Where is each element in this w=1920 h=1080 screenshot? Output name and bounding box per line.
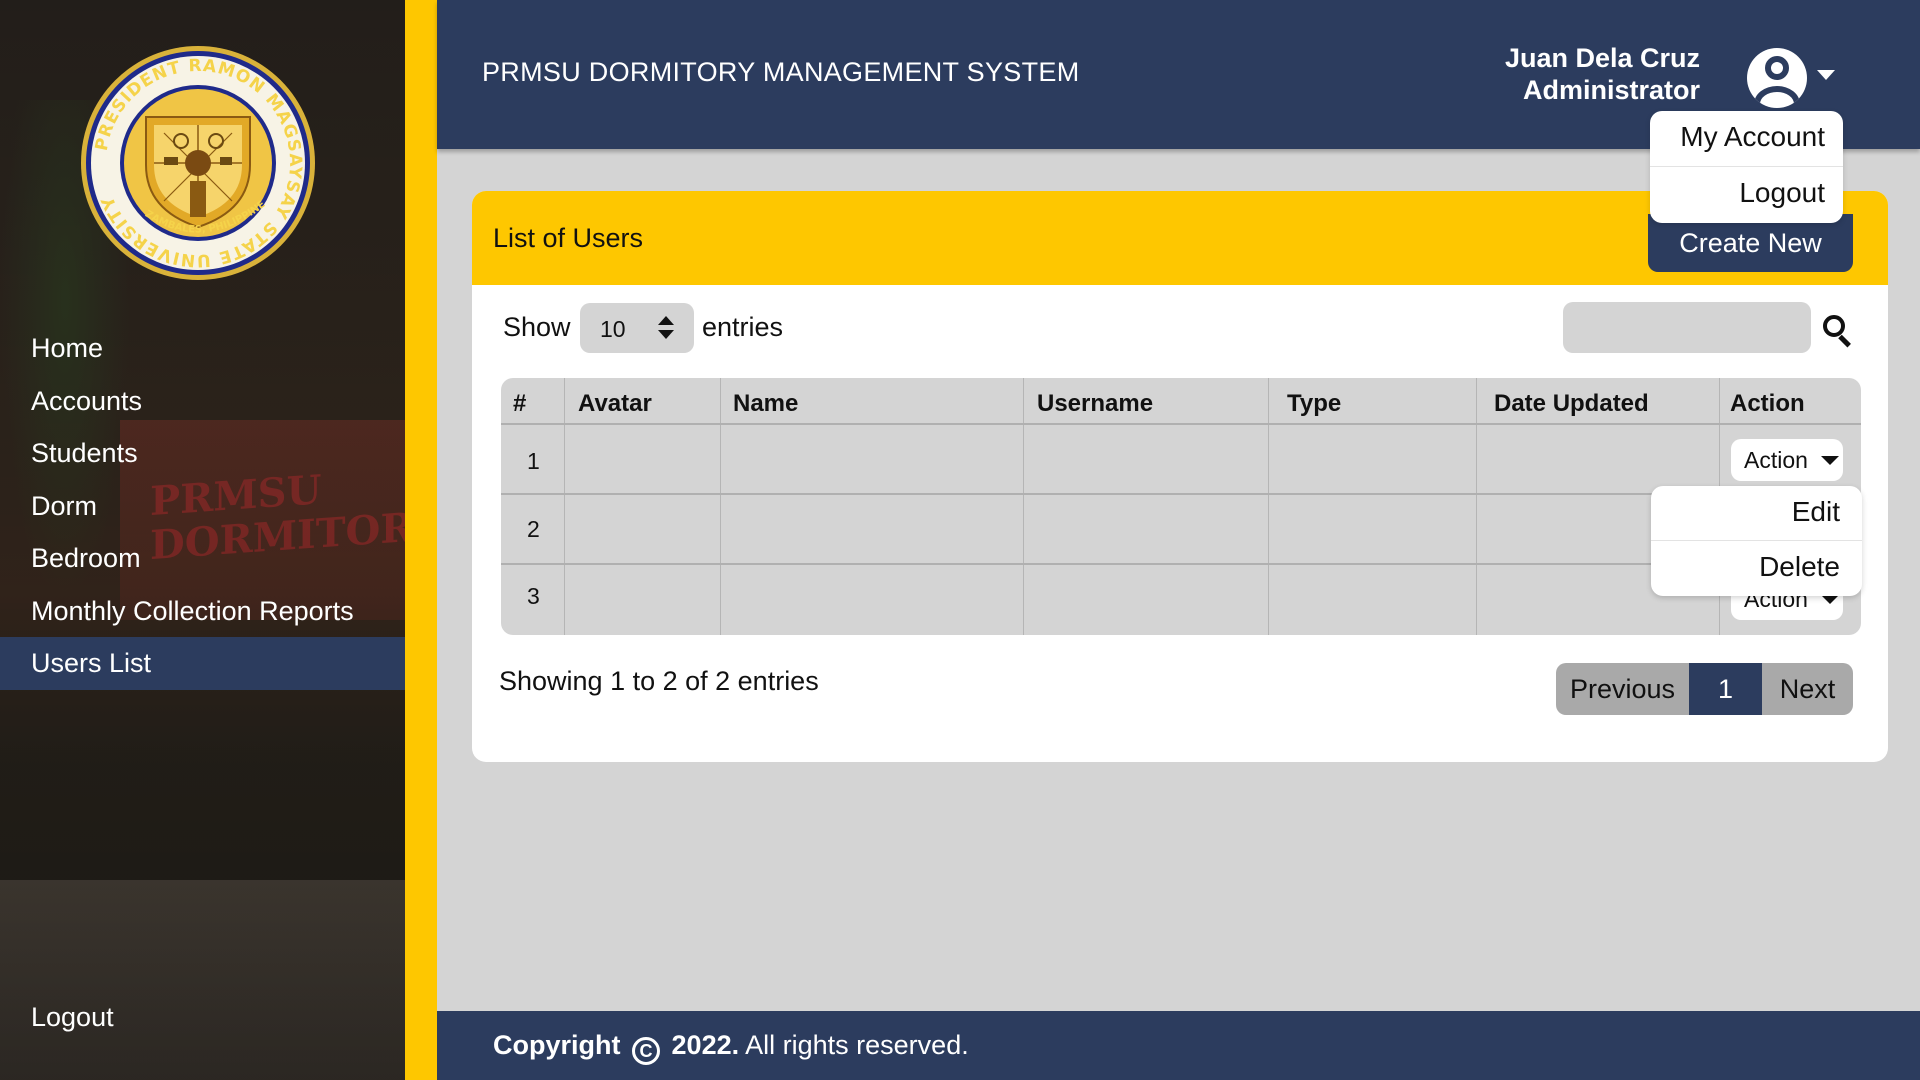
column-header-number: # bbox=[513, 390, 527, 417]
previous-page-button[interactable]: Previous bbox=[1556, 663, 1689, 715]
card-title: List of Users bbox=[493, 223, 644, 253]
user-account-dropdown: My Account Logout bbox=[1650, 111, 1843, 223]
user-info: Juan Dela Cruz Administrator bbox=[1505, 42, 1700, 106]
sidebar: PRMSU DORMITORY PRESIDENT RAMON MAGSAYSAY… bbox=[0, 0, 405, 1080]
column-header-name: Name bbox=[733, 390, 799, 417]
row-number: 1 bbox=[527, 448, 540, 474]
app-title: PRMSU DORMITORY MANAGEMENT SYSTEM bbox=[482, 57, 1080, 87]
show-label: Show bbox=[503, 312, 571, 342]
entries-label: entries bbox=[702, 312, 784, 342]
copyright-word: Copyright bbox=[493, 1030, 621, 1060]
edit-menu-item[interactable]: Edit bbox=[1651, 486, 1862, 541]
copyright-icon: C bbox=[632, 1037, 661, 1065]
background-ground bbox=[0, 880, 405, 1080]
column-header-action: Action bbox=[1730, 390, 1805, 417]
page-1-button[interactable]: 1 bbox=[1689, 663, 1762, 715]
sidebar-item-students[interactable]: Students bbox=[0, 427, 405, 480]
sidebar-nav: Home Accounts Students Dorm Bedroom Mont… bbox=[0, 322, 405, 690]
user-role: Administrator bbox=[1522, 75, 1700, 105]
footer: Copyright C 2022. All rights reserved. bbox=[437, 1011, 1920, 1080]
column-header-avatar: Avatar bbox=[578, 390, 652, 417]
next-page-button[interactable]: Next bbox=[1762, 663, 1853, 715]
caret-down-icon bbox=[1821, 595, 1839, 604]
action-label: Action bbox=[1744, 447, 1808, 473]
logout-menu-item[interactable]: Logout bbox=[1650, 167, 1843, 223]
sidebar-item-dorm[interactable]: Dorm bbox=[0, 480, 405, 533]
university-logo: PRESIDENT RAMON MAGSAYSAY STATE UNIVERSI… bbox=[80, 45, 315, 280]
caret-down-icon[interactable] bbox=[1817, 70, 1835, 80]
user-name: Juan Dela Cruz bbox=[1504, 43, 1700, 73]
sidebar-item-accounts[interactable]: Accounts bbox=[0, 375, 405, 428]
entries-per-page-select[interactable]: 10 bbox=[580, 303, 694, 353]
sidebar-logout-link[interactable]: Logout bbox=[31, 1002, 114, 1033]
caret-down-icon bbox=[1821, 456, 1839, 465]
sort-down-icon bbox=[658, 330, 674, 339]
column-header-username: Username bbox=[1037, 390, 1154, 417]
copyright-year: 2022. bbox=[671, 1030, 740, 1060]
search-input[interactable] bbox=[1563, 302, 1811, 353]
table-info-text: Showing 1 to 2 of 2 entries bbox=[499, 666, 819, 696]
sort-up-icon bbox=[658, 316, 674, 325]
column-header-type: Type bbox=[1287, 390, 1342, 417]
my-account-menu-item[interactable]: My Account bbox=[1650, 111, 1843, 167]
row-action-button[interactable]: Action bbox=[1731, 439, 1843, 481]
sidebar-accent-bar bbox=[405, 0, 437, 1080]
copyright-text: Copyright C 2022. All rights reserved. bbox=[493, 1030, 969, 1065]
row-number: 2 bbox=[527, 516, 540, 542]
column-header-date-updated: Date Updated bbox=[1494, 390, 1649, 417]
pagination: Previous 1 Next bbox=[1556, 663, 1853, 715]
search-icon[interactable] bbox=[1823, 315, 1853, 348]
entries-value: 10 bbox=[600, 316, 626, 342]
user-circle-icon[interactable] bbox=[1747, 48, 1807, 108]
row-action-dropdown: Edit Delete bbox=[1651, 486, 1862, 596]
row-number: 3 bbox=[527, 583, 540, 609]
sidebar-item-home[interactable]: Home bbox=[0, 322, 405, 375]
rights-text: All rights reserved. bbox=[745, 1030, 969, 1060]
sidebar-item-users-list[interactable]: Users List bbox=[0, 637, 405, 690]
delete-menu-item[interactable]: Delete bbox=[1651, 541, 1862, 596]
sidebar-item-monthly-collection-reports[interactable]: Monthly Collection Reports bbox=[0, 585, 405, 638]
sidebar-item-bedroom[interactable]: Bedroom bbox=[0, 532, 405, 585]
